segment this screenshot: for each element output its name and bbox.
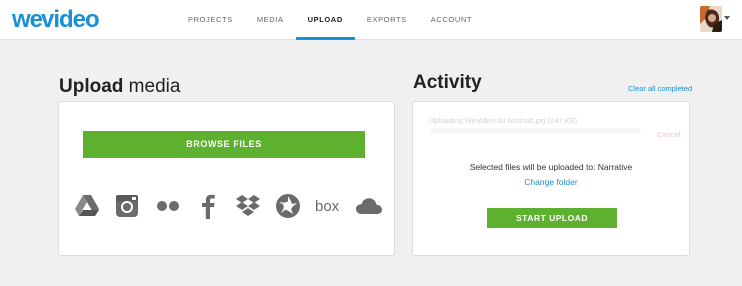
clear-all-completed-link[interactable]: Clear all completed (628, 84, 692, 93)
nav-exports[interactable]: EXPORTS (355, 0, 419, 40)
svg-text:we: we (12, 6, 43, 33)
user-menu[interactable] (700, 6, 730, 32)
change-folder-link[interactable]: Change folder (413, 177, 689, 187)
dropbox-icon[interactable] (234, 192, 262, 220)
wevideo-logo[interactable]: we video (12, 5, 110, 33)
svg-text:video: video (41, 6, 99, 33)
upload-media-title: Upload media (59, 76, 180, 98)
nav-upload[interactable]: UPLOAD (295, 0, 356, 40)
picasa-icon[interactable] (274, 192, 302, 220)
google-drive-icon[interactable] (73, 192, 101, 220)
upload-title-bold: Upload (59, 76, 124, 97)
service-icons: box (73, 192, 383, 220)
start-upload-button[interactable]: START UPLOAD (487, 208, 617, 228)
top-bar: we video PROJECTS MEDIA UPLOAD EXPORTS A… (0, 0, 742, 40)
faded-progress-bar (429, 128, 641, 134)
activity-title: Activity (413, 72, 482, 94)
browse-files-button[interactable]: BROWSE FILES (83, 131, 365, 158)
nav-media[interactable]: MEDIA (245, 0, 296, 40)
svg-text:box: box (315, 198, 340, 214)
main-nav: PROJECTS MEDIA UPLOAD EXPORTS ACCOUNT (176, 0, 484, 40)
nav-projects[interactable]: PROJECTS (176, 0, 245, 40)
flickr-icon[interactable] (154, 192, 182, 220)
activity-title-text: Activity (413, 72, 482, 93)
facebook-icon[interactable] (194, 192, 222, 220)
onedrive-icon[interactable] (355, 192, 383, 220)
nav-account[interactable]: ACCOUNT (419, 0, 484, 40)
upload-destination-text: Selected files will be uploaded to: Narr… (469, 162, 633, 172)
upload-title-rest: media (128, 76, 181, 97)
faded-upload-item: Uploading WeVideo for Android.jpg (247 K… (429, 116, 578, 125)
activity-panel: Uploading WeVideo for Android.jpg (247 K… (412, 101, 690, 256)
avatar[interactable] (700, 6, 722, 32)
chevron-down-icon[interactable] (724, 16, 730, 20)
upload-panel: BROWSE FILES box (58, 101, 395, 256)
faded-cancel-link: Cancel (657, 130, 681, 139)
instagram-icon[interactable] (113, 192, 141, 220)
box-icon[interactable]: box (315, 192, 343, 220)
